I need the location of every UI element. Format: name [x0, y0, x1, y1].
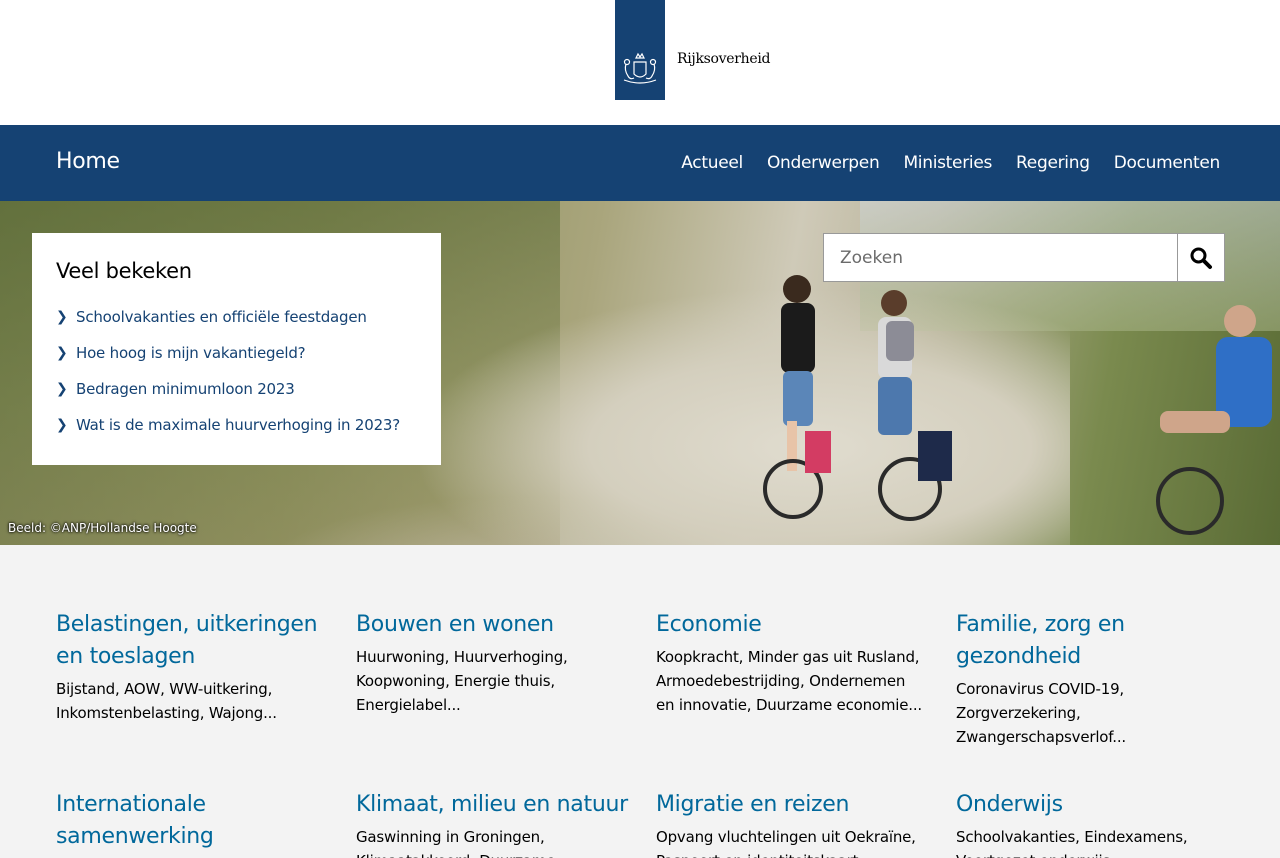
topic-description: Opvang vluchtelingen uit Oekraïne, Paspo…	[656, 828, 916, 858]
topic-description: Huurwoning, Huurverhoging, Koopwoning, E…	[356, 648, 568, 714]
topic-description: Gaswinning in Groningen, Klimaatakkoord,…	[356, 828, 555, 858]
hero-image: Veel bekeken ❯ Schoolvakanties en offici…	[0, 201, 1280, 545]
image-credit: Beeld: ©ANP/Hollandse Hoogte	[8, 521, 197, 535]
popular-link[interactable]: Hoe hoog is mijn vakantiegeld?	[76, 344, 306, 362]
popular-link[interactable]: Bedragen minimumloon 2023	[76, 380, 295, 398]
chevron-right-icon: ❯	[56, 309, 68, 325]
chevron-right-icon: ❯	[56, 381, 68, 397]
nav-link-ministeries[interactable]: Ministeries	[903, 153, 992, 173]
cyclist-figure	[878, 290, 952, 521]
topics-grid: Belastingen, uitkeringen en toeslagen Bi…	[56, 609, 1226, 858]
topic-title[interactable]: Belastingen, uitkeringen en toeslagen	[56, 609, 356, 673]
topic-card: Economie Koopkracht, Minder gas uit Rusl…	[656, 609, 956, 749]
topic-card: Internationale samenwerking	[56, 789, 356, 858]
topic-title[interactable]: Onderwijs	[956, 789, 1226, 821]
rijksoverheid-logo[interactable]	[615, 0, 665, 100]
topic-description: Coronavirus COVID-19, Zorgverzekering, Z…	[956, 680, 1126, 746]
nav-link-regering[interactable]: Regering	[1016, 153, 1090, 173]
popular-list: ❯ Schoolvakanties en officiële feestdage…	[56, 299, 417, 443]
topic-title[interactable]: Familie, zorg en gezondheid	[956, 609, 1226, 673]
topic-description: Bijstand, AOW, WW-uitkering, Inkomstenbe…	[56, 680, 277, 722]
topic-title[interactable]: Migratie en reizen	[656, 789, 956, 821]
logo-text[interactable]: Rijksoverheid	[677, 51, 770, 67]
popular-box: Veel bekeken ❯ Schoolvakanties en offici…	[32, 233, 441, 465]
topic-description: Schoolvakanties, Eindexamens, Voortgezet…	[956, 828, 1188, 858]
popular-link[interactable]: Schoolvakanties en officiële feestdagen	[76, 308, 367, 326]
main-navigation: Home Actueel Onderwerpen Ministeries Reg…	[0, 125, 1280, 201]
nav-link-onderwerpen[interactable]: Onderwerpen	[767, 153, 880, 173]
topic-title[interactable]: Internationale samenwerking	[56, 789, 356, 853]
list-item: ❯ Schoolvakanties en officiële feestdage…	[56, 299, 417, 335]
list-item: ❯ Bedragen minimumloon 2023	[56, 371, 417, 407]
search-form	[823, 233, 1225, 282]
site-header: Rijksoverheid	[0, 0, 1280, 125]
topic-card: Familie, zorg en gezondheid Coronavirus …	[956, 609, 1226, 749]
topic-description: Koopkracht, Minder gas uit Rusland, Armo…	[656, 648, 922, 714]
popular-link[interactable]: Wat is de maximale huurverhoging in 2023…	[76, 416, 400, 434]
search-icon	[1190, 247, 1212, 269]
list-item: ❯ Hoe hoog is mijn vakantiegeld?	[56, 335, 417, 371]
topic-card: Bouwen en wonen Huurwoning, Huurverhogin…	[356, 609, 656, 749]
topic-title[interactable]: Economie	[656, 609, 956, 641]
nav-home[interactable]: Home	[56, 149, 120, 174]
topic-card: Klimaat, milieu en natuur Gaswinning in …	[356, 789, 656, 858]
nav-link-actueel[interactable]: Actueel	[681, 153, 743, 173]
search-button[interactable]	[1177, 233, 1225, 282]
topic-card: Onderwijs Schoolvakanties, Eindexamens, …	[956, 789, 1226, 858]
nav-link-documenten[interactable]: Documenten	[1114, 153, 1221, 173]
popular-title: Veel bekeken	[56, 259, 192, 283]
chevron-right-icon: ❯	[56, 345, 68, 361]
nav-links: Actueel Onderwerpen Ministeries Regering…	[681, 153, 1220, 173]
topic-card: Migratie en reizen Opvang vluchtelingen …	[656, 789, 956, 858]
coat-of-arms-icon	[623, 52, 657, 84]
search-input[interactable]	[823, 233, 1177, 282]
topic-title[interactable]: Bouwen en wonen	[356, 609, 656, 641]
chevron-right-icon: ❯	[56, 417, 68, 433]
topic-card: Belastingen, uitkeringen en toeslagen Bi…	[56, 609, 356, 749]
topic-title[interactable]: Klimaat, milieu en natuur	[356, 789, 656, 821]
list-item: ❯ Wat is de maximale huurverhoging in 20…	[56, 407, 417, 443]
cyclist-figure	[1156, 305, 1272, 535]
